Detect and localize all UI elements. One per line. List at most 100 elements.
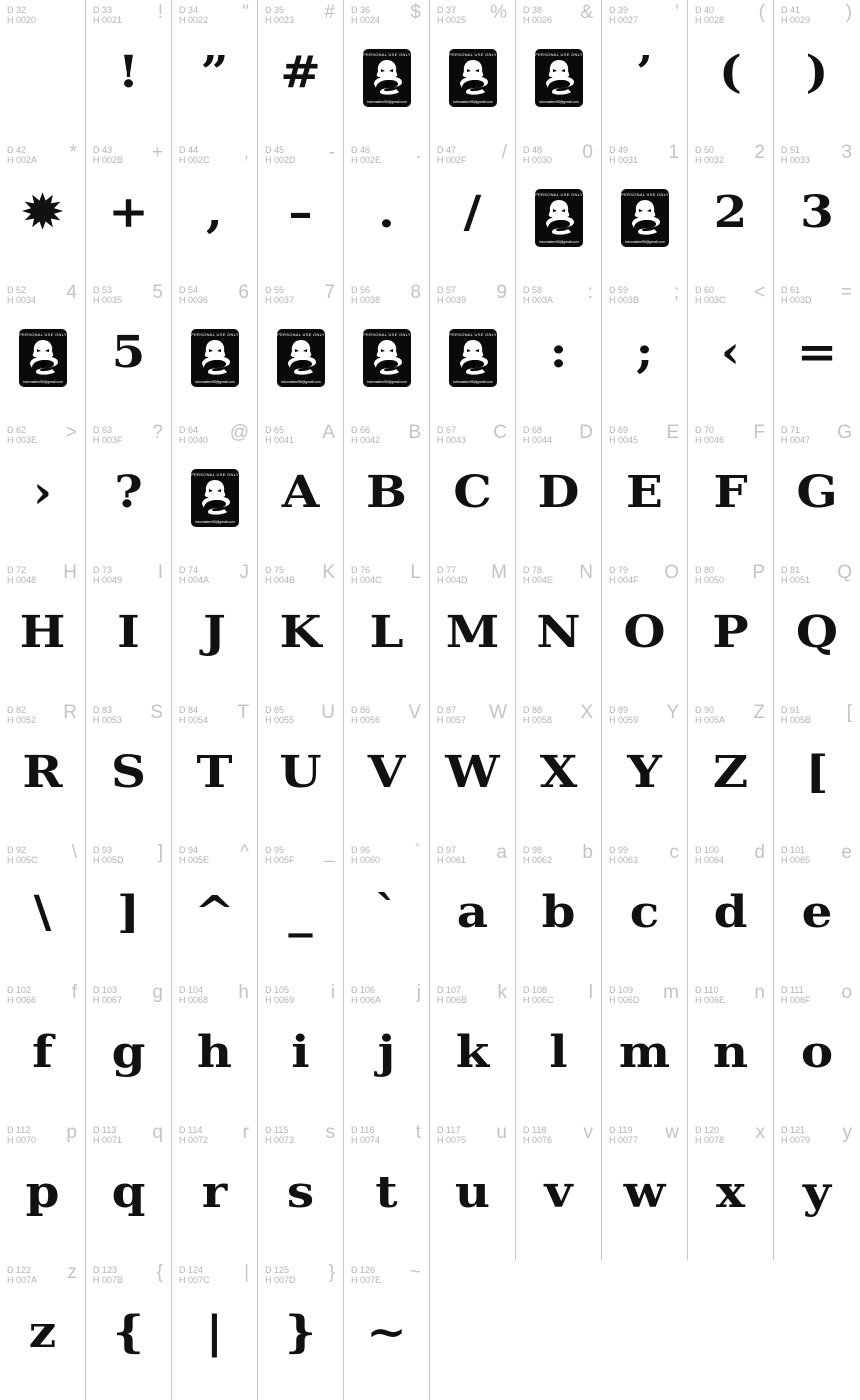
hex-code: H 0022 [179, 15, 209, 25]
decimal-code: D 55 [265, 285, 285, 295]
reference-character: p [66, 1122, 77, 1143]
hex-code: H 0027 [609, 15, 639, 25]
code-labels: D 125 H 007D [265, 1265, 296, 1285]
personal-use-logo: PERSONAL USE ONLY totomaiden98@gmail.com [191, 329, 239, 387]
code-labels: D 120 H 0078 [695, 1125, 724, 1145]
hex-code: H 0028 [695, 15, 725, 25]
code-labels: D 115 H 0073 [265, 1125, 294, 1145]
font-glyph: z [28, 1307, 57, 1358]
glyph-cell: D 82 H 0052 R R [0, 700, 86, 840]
decimal-code: D 99 [609, 845, 629, 855]
font-glyph: K [279, 607, 322, 658]
glyph-cell: D 124 H 007C | | [172, 1260, 258, 1400]
mascot-emblem-icon [288, 340, 316, 375]
font-glyph: b [541, 887, 576, 938]
reference-character: W [489, 702, 507, 723]
hex-code: H 004A [179, 575, 210, 585]
reference-character: X [580, 702, 593, 723]
logo-top-text: PERSONAL USE ONLY [621, 192, 669, 197]
code-labels: D 121 H 0079 [781, 1125, 810, 1145]
decimal-code: D 103 [93, 985, 118, 995]
code-labels: D 85 H 0055 [265, 705, 294, 725]
decimal-code: D 122 [7, 1265, 32, 1275]
hex-code: H 0078 [695, 1135, 725, 1145]
mascot-emblem-icon [460, 340, 488, 375]
code-labels: D 71 H 0047 [781, 425, 810, 445]
reference-character: a [496, 842, 507, 863]
reference-character: J [239, 562, 250, 583]
glyph-cell: D 121 H 0079 y y [774, 1120, 860, 1260]
logo-top-text: PERSONAL USE ONLY [363, 52, 411, 57]
logo-email-text: totomaiden98@gmail.com [453, 380, 493, 384]
reference-character: I [157, 562, 163, 583]
reference-character: g [152, 982, 163, 1003]
font-glyph: { [112, 1307, 145, 1358]
font-glyph: ^ [194, 887, 235, 938]
code-labels: D 43 H 002B [93, 145, 123, 165]
reference-character: f [71, 982, 77, 1003]
code-labels: D 75 H 004B [265, 565, 295, 585]
reference-character: ) [845, 2, 852, 23]
hex-code: H 007B [93, 1275, 124, 1285]
code-labels: D 98 H 0062 [523, 845, 552, 865]
hex-code: H 0073 [265, 1135, 295, 1145]
code-labels: D 69 H 0045 [609, 425, 638, 445]
font-glyph: ) [805, 47, 829, 98]
code-labels: D 64 H 0040 [179, 425, 208, 445]
code-labels: D 47 H 002F [437, 145, 467, 165]
mascot-emblem-icon [202, 340, 230, 375]
decimal-code: D 109 [609, 985, 634, 995]
reference-character: j [416, 982, 421, 1003]
glyph-cell: D 94 H 005E ^ ^ [172, 840, 258, 980]
glyph-cell: D 102 H 0066 f f [0, 980, 86, 1120]
logo-top-text: PERSONAL USE ONLY [449, 332, 497, 337]
personal-use-logo: PERSONAL USE ONLY totomaiden98@gmail.com [363, 49, 411, 107]
decimal-code: D 54 [179, 285, 199, 295]
reference-character: = [840, 282, 852, 303]
glyph-cell: D 60 H 003C < ‹ [688, 280, 774, 420]
hex-code: H 0041 [265, 435, 295, 445]
reference-character: . [415, 142, 421, 163]
code-labels: D 41 H 0029 [781, 5, 810, 25]
reference-character: ] [157, 842, 163, 863]
code-labels: D 65 H 0041 [265, 425, 294, 445]
mascot-emblem-icon [374, 340, 402, 375]
code-labels: D 86 H 0056 [351, 705, 380, 725]
decimal-code: D 67 [437, 425, 457, 435]
font-glyph: ✹ [22, 187, 63, 238]
hex-code: H 0021 [93, 15, 123, 25]
hex-code: H 005E [179, 855, 210, 865]
reference-character: u [496, 1122, 507, 1143]
reference-character: w [665, 1122, 679, 1143]
code-labels: D 38 H 0026 [523, 5, 552, 25]
logo-email-text: totomaiden98@gmail.com [195, 380, 235, 384]
decimal-code: D 111 [781, 985, 804, 995]
font-glyph: X [539, 747, 578, 798]
decimal-code: D 79 [609, 565, 629, 575]
glyph-cell: D 43 H 002B + + [86, 140, 172, 280]
reference-character: q [152, 1122, 163, 1143]
font-glyph: ‹ [720, 327, 741, 378]
hex-code: H 0043 [437, 435, 467, 445]
reference-character: z [67, 1262, 78, 1283]
glyph-cell: D 32 H 0020 [0, 0, 86, 140]
reference-character: 0 [582, 142, 593, 163]
decimal-code: D 75 [265, 565, 285, 575]
font-glyph: H [19, 607, 66, 658]
reference-character: 8 [410, 282, 421, 303]
reference-character: c [669, 842, 680, 863]
reference-character: h [238, 982, 249, 1003]
hex-code: H 0048 [7, 575, 37, 585]
decimal-code: D 78 [523, 565, 543, 575]
hex-code: H 0066 [7, 995, 37, 1005]
font-glyph: V [367, 747, 406, 798]
hex-code: H 0044 [523, 435, 553, 445]
code-labels: D 73 H 0049 [93, 565, 122, 585]
glyph-cell: D 83 H 0053 S S [86, 700, 172, 840]
code-labels: D 67 H 0043 [437, 425, 466, 445]
font-glyph: o [800, 1027, 834, 1078]
code-labels: D 72 H 0048 [7, 565, 36, 585]
code-labels: D 126 H 007E [351, 1265, 381, 1285]
hex-code: H 007C [179, 1275, 210, 1285]
code-labels: D 61 H 003D [781, 285, 812, 305]
